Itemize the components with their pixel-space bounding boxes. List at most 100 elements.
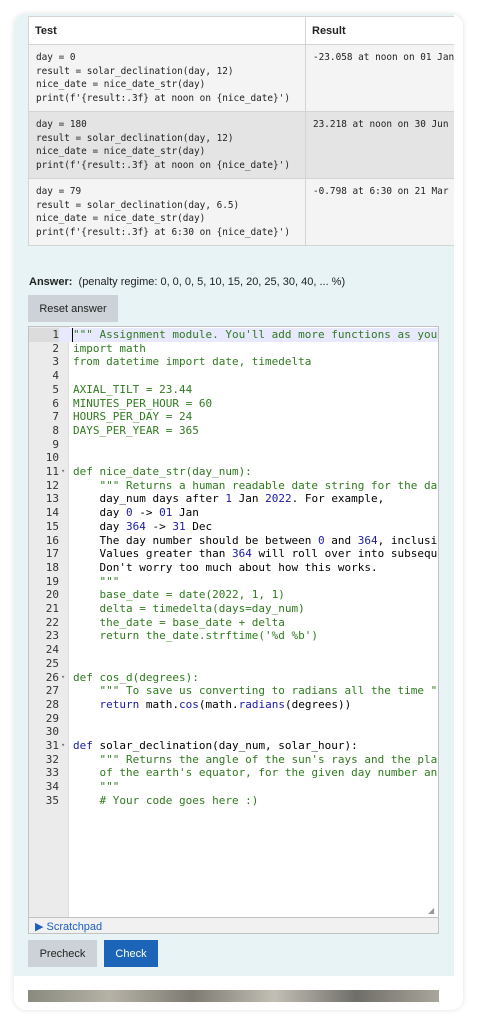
test-code: day = 180 result = solar_declination(day… <box>28 111 306 179</box>
line-number: 9 <box>52 437 59 451</box>
code-line[interactable]: 11 ▾ def nice_date_str(day_num): <box>29 465 438 479</box>
header-test: Test <box>28 16 306 45</box>
line-number: 21 <box>45 602 59 615</box>
code-line[interactable]: 28 return math.cos(math.radians(degrees)… <box>29 698 438 712</box>
code-text: day_num days after 1 Jan 2022. For examp… <box>73 492 385 506</box>
code-line[interactable]: 10 <box>29 451 438 465</box>
code-line[interactable]: 13 day_num days after 1 Jan 2022. For ex… <box>29 492 438 506</box>
line-number: 23 <box>45 629 59 643</box>
line-number: 35 <box>45 793 59 807</box>
code-line[interactable]: 29 <box>29 712 438 726</box>
check-button[interactable]: Check <box>104 940 158 967</box>
code-line[interactable]: 5 AXIAL_TILT = 23.44 <box>29 383 438 397</box>
code-text: import math <box>73 341 146 355</box>
code-text: of the earth's equator, for the given da… <box>73 766 438 780</box>
table-row: day = 0 result = solar_declination(day, … <box>28 44 455 112</box>
text-cursor <box>72 328 73 342</box>
code-line[interactable]: 21 delta = timedelta(days=day_num) <box>29 602 438 616</box>
precheck-button[interactable]: Precheck <box>28 940 97 967</box>
line-number: 30 <box>45 725 59 739</box>
code-text: day 0 -> 01 Jan <box>73 506 199 520</box>
resize-handle-icon[interactable]: ◢ <box>428 907 436 915</box>
code-line[interactable]: 30 <box>29 725 438 739</box>
code-text: delta = timedelta(days=day_num) <box>73 602 305 615</box>
code-line[interactable]: 25 <box>29 657 438 671</box>
reset-answer-button[interactable]: Reset answer <box>28 295 118 322</box>
line-number: 32 <box>45 752 59 766</box>
code-line[interactable]: 24 <box>29 643 438 657</box>
code-line[interactable]: 17 Values greater than 364 will roll ove… <box>29 547 438 561</box>
code-line[interactable]: 18 Don't worry too much about how this w… <box>29 561 438 575</box>
code-line[interactable]: 19 """ <box>29 575 438 589</box>
code-text: AXIAL_TILT = 23.44 <box>73 382 193 396</box>
code-line[interactable]: 8 DAYS_PER_YEAR = 365 <box>29 424 438 438</box>
line-number: 22 <box>45 615 59 629</box>
line-number: 14 <box>45 506 59 520</box>
code-line[interactable]: 1 """ Assignment module. You'll add more … <box>29 328 438 342</box>
code-line[interactable]: 6 MINUTES_PER_HOUR = 60 <box>29 397 438 411</box>
fold-arrow-icon[interactable]: ▾ <box>61 739 65 753</box>
line-number: 2 <box>52 341 59 355</box>
test-code: day = 0 result = solar_declination(day, … <box>28 44 306 112</box>
code-line[interactable]: 23 return the_date.strftime('%d %b') <box>29 629 438 643</box>
code-text: the_date = base_date + delta <box>73 615 285 629</box>
code-line[interactable]: 15 day 364 -> 31 Dec <box>29 520 438 534</box>
code-line[interactable]: 32 """ Returns the angle of the sun's ra… <box>29 753 438 767</box>
code-text: """ <box>73 780 120 794</box>
line-number: 15 <box>45 519 59 533</box>
code-text: The day number should be between 0 and 3… <box>73 533 438 547</box>
line-number: 24 <box>45 643 59 657</box>
table-row: day = 79 result = solar_declination(day,… <box>28 178 455 246</box>
code-line[interactable]: 33 of the earth's equator, for the given… <box>29 766 438 780</box>
line-number: 18 <box>45 560 59 574</box>
code-text: def solar_declination(day_num, solar_hou… <box>73 739 358 752</box>
code-editor[interactable]: ◢ 1 """ Assignment module. You'll add mor… <box>28 326 439 918</box>
code-line[interactable]: 35 # Your code goes here :) <box>29 794 438 808</box>
code-line[interactable]: 4 <box>29 369 438 383</box>
line-number: 3 <box>52 355 59 369</box>
line-number: 11 <box>45 465 59 478</box>
code-text: day 364 -> 31 Dec <box>73 519 213 533</box>
code-text: # Your code goes here :) <box>73 793 259 807</box>
code-text: """ Returns a human readable date string… <box>73 478 438 492</box>
line-number: 20 <box>45 588 59 602</box>
fold-arrow-icon[interactable]: ▾ <box>61 465 65 479</box>
scratchpad-toggle[interactable]: ▶ Scratchpad <box>28 918 439 934</box>
code-line[interactable]: 14 day 0 -> 01 Jan <box>29 506 438 520</box>
code-text: """ <box>73 574 120 588</box>
code-line[interactable]: 20 base_date = date(2022, 1, 1) <box>29 588 438 602</box>
code-line[interactable]: 27 """ To save us converting to radians … <box>29 684 438 698</box>
code-text: DAYS_PER_YEAR = 365 <box>73 423 199 437</box>
code-line[interactable]: 31 ▾ def solar_declination(day_num, solar_… <box>29 739 438 753</box>
line-number: 17 <box>45 547 59 561</box>
line-number: 10 <box>45 451 59 465</box>
table-header-row: Test Result <box>28 16 455 45</box>
code-line[interactable]: 9 <box>29 438 438 452</box>
test-result: -23.058 at noon on 01 Jan <box>305 44 455 112</box>
next-section <box>14 976 463 1010</box>
header-result: Result <box>305 16 455 45</box>
answer-label: Answer: <box>29 276 73 288</box>
code-line[interactable]: 2 import math <box>29 342 438 356</box>
line-number: 27 <box>45 684 59 698</box>
test-result: 23.218 at noon on 30 Jun <box>305 111 455 179</box>
fold-arrow-icon[interactable]: ▾ <box>61 671 65 685</box>
line-number: 29 <box>45 711 59 725</box>
line-number: 26 <box>45 670 59 684</box>
code-line[interactable]: 16 The day number should be between 0 an… <box>29 534 438 548</box>
penalty-regime: (penalty regime: 0, 0, 0, 5, 10, 15, 20,… <box>78 276 346 288</box>
line-number: 12 <box>45 478 59 492</box>
code-line[interactable]: 3 from datetime import date, timedelta <box>29 355 438 369</box>
test-result: -0.798 at 6:30 on 21 Mar <box>305 178 455 246</box>
code-text: """ Assignment module. You'll add more f… <box>73 328 438 341</box>
code-line[interactable]: 12 """ Returns a human readable date str… <box>29 479 438 493</box>
line-number: 33 <box>45 766 59 780</box>
code-line[interactable]: 22 the_date = base_date + delta <box>29 616 438 630</box>
code-text: return the_date.strftime('%d %b') <box>73 629 319 643</box>
code-line[interactable]: 7 HOURS_PER_DAY = 24 <box>29 410 438 424</box>
line-number: 1 <box>29 328 59 342</box>
code-line[interactable]: 34 """ <box>29 780 438 794</box>
test-code: day = 79 result = solar_declination(day,… <box>28 178 306 246</box>
code-text: base_date = date(2022, 1, 1) <box>73 588 285 602</box>
code-line[interactable]: 26 ▾ def cos_d(degrees): <box>29 671 438 685</box>
